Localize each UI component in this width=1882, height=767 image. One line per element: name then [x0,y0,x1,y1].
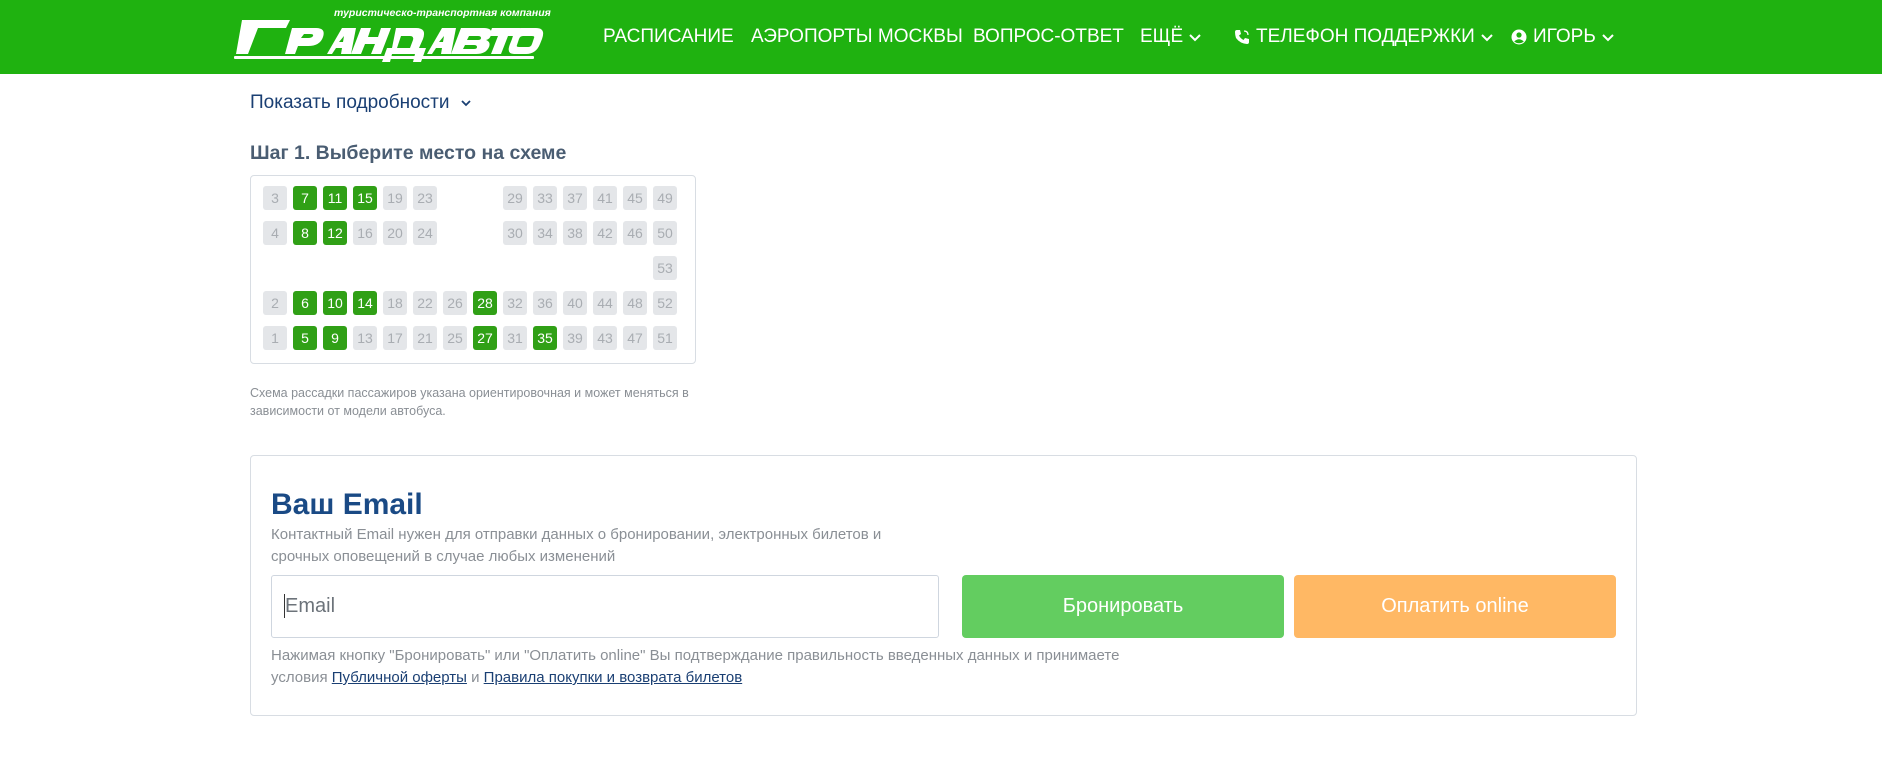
seat-37: 37 [563,186,587,210]
seat-42: 42 [593,221,617,245]
seat-12[interactable]: 12 [323,221,347,245]
seat-48: 48 [623,291,647,315]
terms-text: Нажимая кнопку "Бронировать" или "Оплати… [271,645,1171,689]
seat-32: 32 [503,291,527,315]
seat-30: 30 [503,221,527,245]
seat-39: 39 [563,326,587,350]
seat-28[interactable]: 28 [473,291,497,315]
seat-17: 17 [383,326,407,350]
seat-20: 20 [383,221,407,245]
seat-7[interactable]: 7 [293,186,317,210]
pay-online-button[interactable]: Оплатить online [1294,575,1616,638]
nav-user-label: ИГОРЬ [1533,26,1596,47]
chevron-down-icon [461,100,472,107]
seat-11[interactable]: 11 [323,186,347,210]
seat-44: 44 [593,291,617,315]
seat-41: 41 [593,186,617,210]
step1-title: Шаг 1. Выберите место на схеме [250,142,567,164]
chevron-down-icon [1602,34,1614,42]
nav-faq-label: ВОПРОС-ОТВЕТ [973,26,1124,47]
seat-map-disclaimer: Схема рассадки пассажиров указана ориент… [250,386,689,418]
seat-4: 4 [263,221,287,245]
seat-13: 13 [353,326,377,350]
seat-18: 18 [383,291,407,315]
nav-schedule-label: РАСПИСАНИЕ [603,26,734,47]
seat-50: 50 [653,221,677,245]
seat-1: 1 [263,326,287,350]
seat-49: 49 [653,186,677,210]
nav-support-label: ТЕЛЕФОН ПОДДЕРЖКИ [1256,26,1475,47]
nav-more-label: ЕЩЁ [1140,26,1184,47]
seat-53: 53 [653,256,677,280]
seat-47: 47 [623,326,647,350]
seat-5[interactable]: 5 [293,326,317,350]
seat-24: 24 [413,221,437,245]
book-button[interactable]: Бронировать [962,575,1284,638]
seat-40: 40 [563,291,587,315]
logo-tagline: туристическо-транспортная компания [334,7,551,19]
user-circle-icon [1511,29,1527,45]
book-button-label: Бронировать [1062,595,1184,617]
nav-schedule[interactable]: РАСПИСАНИЕ [603,0,734,74]
text-caret [284,594,285,618]
seat-2: 2 [263,291,287,315]
terms-and: и [471,669,480,686]
seat-23: 23 [413,186,437,210]
seat-33: 33 [533,186,557,210]
seat-6[interactable]: 6 [293,291,317,315]
pay-online-button-label: Оплатить online [1381,595,1529,617]
seat-43: 43 [593,326,617,350]
nav-more[interactable]: ЕЩЁ [1140,0,1202,74]
seat-31: 31 [503,326,527,350]
seat-46: 46 [623,221,647,245]
seat-8[interactable]: 8 [293,221,317,245]
seat-15[interactable]: 15 [353,186,377,210]
nav-airports-label: АЭРОПОРТЫ МОСКВЫ [751,26,963,47]
show-details-toggle[interactable]: Показать подробности [250,92,473,114]
chevron-down-icon [1481,34,1493,42]
seat-45: 45 [623,186,647,210]
seat-3: 3 [263,186,287,210]
seat-38: 38 [563,221,587,245]
site-header: туристическо-транспортная компания РАСПИ… [0,0,1882,74]
public-offer-link[interactable]: Публичной оферты [332,669,467,686]
nav-faq[interactable]: ВОПРОС-ОТВЕТ [973,0,1124,74]
show-details-label: Показать подробности [250,92,450,113]
email-input[interactable] [271,575,939,638]
seat-16: 16 [353,221,377,245]
seat-14[interactable]: 14 [353,291,377,315]
email-section-description: Контактный Email нужен для отправки данн… [271,526,882,565]
seat-map: 3 7 11 15 19 23 29 33 37 41 45 49 4 8 12 16 20 24 30 34 38 42… [250,175,696,364]
nav-airports[interactable]: АЭРОПОРТЫ МОСКВЫ [751,0,963,74]
seat-10[interactable]: 10 [323,291,347,315]
seat-25: 25 [443,326,467,350]
seat-51: 51 [653,326,677,350]
seat-21: 21 [413,326,437,350]
nav-support-phone[interactable]: ТЕЛЕФОН ПОДДЕРЖКИ [1234,0,1494,74]
seat-9[interactable]: 9 [323,326,347,350]
seat-29: 29 [503,186,527,210]
nav-user-menu[interactable]: ИГОРЬ [1511,0,1615,74]
email-section-title: Ваш Email [271,488,423,521]
phone-icon [1235,30,1249,44]
purchase-rules-link[interactable]: Правила покупки и возврата билетов [484,669,743,686]
chevron-down-icon [1189,34,1201,42]
seat-36: 36 [533,291,557,315]
seat-35[interactable]: 35 [533,326,557,350]
seat-34: 34 [533,221,557,245]
seat-26: 26 [443,291,467,315]
seat-22: 22 [413,291,437,315]
seat-19: 19 [383,186,407,210]
seat-52: 52 [653,291,677,315]
seat-27[interactable]: 27 [473,326,497,350]
